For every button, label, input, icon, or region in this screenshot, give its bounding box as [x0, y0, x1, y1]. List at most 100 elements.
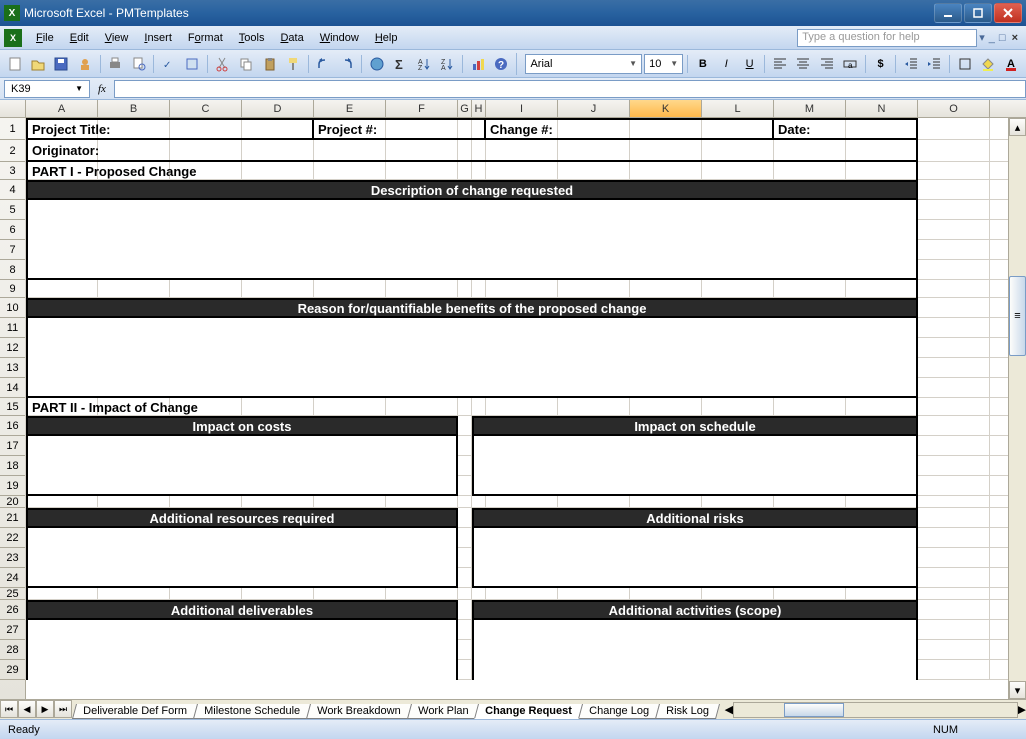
- row-header-25[interactable]: 25: [0, 588, 25, 600]
- font-color-button[interactable]: A: [1001, 53, 1022, 75]
- row-header-5[interactable]: 5: [0, 200, 25, 220]
- menu-format[interactable]: Format: [180, 30, 231, 46]
- align-right-button[interactable]: [816, 53, 837, 75]
- close-button[interactable]: [994, 3, 1022, 23]
- vscroll-thumb[interactable]: ≡: [1009, 276, 1026, 356]
- app-menu-icon[interactable]: X: [4, 29, 22, 47]
- help-search-input[interactable]: Type a question for help: [797, 29, 977, 47]
- row-header-1[interactable]: 1: [0, 118, 25, 140]
- save-button[interactable]: [51, 53, 72, 75]
- row-header-24[interactable]: 24: [0, 568, 25, 588]
- open-button[interactable]: [27, 53, 48, 75]
- merge-center-button[interactable]: a: [839, 53, 860, 75]
- format-painter-button[interactable]: [282, 53, 303, 75]
- increase-indent-button[interactable]: [924, 53, 945, 75]
- col-header-L[interactable]: L: [702, 100, 774, 117]
- new-button[interactable]: [4, 53, 25, 75]
- row-header-6[interactable]: 6: [0, 220, 25, 240]
- cut-button[interactable]: [212, 53, 233, 75]
- row-header-18[interactable]: 18: [0, 456, 25, 476]
- help-button[interactable]: ?: [490, 53, 511, 75]
- col-header-A[interactable]: A: [26, 100, 98, 117]
- row-header-4[interactable]: 4: [0, 180, 25, 200]
- menu-help[interactable]: Help: [367, 30, 406, 46]
- undo-button[interactable]: [313, 53, 334, 75]
- row-header-22[interactable]: 22: [0, 528, 25, 548]
- chart-button[interactable]: [467, 53, 488, 75]
- hscroll-left-button[interactable]: ◀: [725, 703, 733, 716]
- row-header-17[interactable]: 17: [0, 436, 25, 456]
- menu-tools[interactable]: Tools: [231, 30, 273, 46]
- col-header-M[interactable]: M: [774, 100, 846, 117]
- row-header-14[interactable]: 14: [0, 378, 25, 398]
- currency-button[interactable]: $: [870, 53, 891, 75]
- research-button[interactable]: [182, 53, 203, 75]
- horizontal-scrollbar[interactable]: ◀ ▶: [725, 700, 1026, 719]
- print-preview-button[interactable]: [128, 53, 149, 75]
- name-box[interactable]: K39▼: [4, 80, 90, 98]
- col-header-E[interactable]: E: [314, 100, 386, 117]
- cells-grid[interactable]: Project Title:Project #:Change #:Date:Or…: [26, 118, 1008, 699]
- borders-button[interactable]: [954, 53, 975, 75]
- row-header-7[interactable]: 7: [0, 240, 25, 260]
- row-header-9[interactable]: 9: [0, 280, 25, 298]
- row-header-8[interactable]: 8: [0, 260, 25, 280]
- col-header-G[interactable]: G: [458, 100, 472, 117]
- spelling-button[interactable]: ✓: [158, 53, 179, 75]
- tab-last-button[interactable]: ⏭: [54, 700, 72, 718]
- decrease-indent-button[interactable]: [900, 53, 921, 75]
- row-header-23[interactable]: 23: [0, 548, 25, 568]
- row-header-20[interactable]: 20: [0, 496, 25, 508]
- sheet-tab-work-breakdown[interactable]: Work Breakdown: [306, 704, 412, 719]
- tab-next-button[interactable]: ▶: [36, 700, 54, 718]
- select-all-corner[interactable]: [0, 100, 26, 117]
- doc-minimize-button[interactable]: ▾: [977, 31, 987, 44]
- sheet-tab-change-request[interactable]: Change Request: [474, 704, 583, 719]
- col-header-O[interactable]: O: [918, 100, 990, 117]
- row-header-19[interactable]: 19: [0, 476, 25, 496]
- vertical-scrollbar[interactable]: ▴ ≡ ▾: [1008, 118, 1026, 699]
- paste-button[interactable]: [259, 53, 280, 75]
- menu-view[interactable]: View: [97, 30, 137, 46]
- font-size-select[interactable]: 10▼: [644, 54, 683, 74]
- col-header-J[interactable]: J: [558, 100, 630, 117]
- align-center-button[interactable]: [793, 53, 814, 75]
- align-left-button[interactable]: [769, 53, 790, 75]
- permission-button[interactable]: [74, 53, 95, 75]
- doc-maximize-button[interactable]: □: [997, 32, 1008, 44]
- menu-edit[interactable]: Edit: [62, 30, 97, 46]
- row-header-26[interactable]: 26: [0, 600, 25, 620]
- hscroll-thumb[interactable]: [784, 703, 844, 717]
- row-header-12[interactable]: 12: [0, 338, 25, 358]
- sort-asc-button[interactable]: AZ: [413, 53, 434, 75]
- row-header-29[interactable]: 29: [0, 660, 25, 680]
- col-header-C[interactable]: C: [170, 100, 242, 117]
- tab-first-button[interactable]: ⏮: [0, 700, 18, 718]
- bold-button[interactable]: B: [692, 53, 713, 75]
- row-header-16[interactable]: 16: [0, 416, 25, 436]
- sort-desc-button[interactable]: ZA: [436, 53, 457, 75]
- scroll-up-button[interactable]: ▴: [1009, 118, 1026, 136]
- fx-icon[interactable]: fx: [98, 83, 106, 95]
- sheet-tab-work-plan[interactable]: Work Plan: [406, 704, 479, 719]
- scroll-down-button[interactable]: ▾: [1009, 681, 1026, 699]
- doc-restore-button[interactable]: _: [987, 32, 997, 44]
- col-header-N[interactable]: N: [846, 100, 918, 117]
- hscroll-right-button[interactable]: ▶: [1018, 703, 1026, 716]
- row-header-13[interactable]: 13: [0, 358, 25, 378]
- underline-button[interactable]: U: [739, 53, 760, 75]
- maximize-button[interactable]: [964, 3, 992, 23]
- sheet-tab-change-log[interactable]: Change Log: [578, 704, 660, 719]
- row-header-10[interactable]: 10: [0, 298, 25, 318]
- col-header-D[interactable]: D: [242, 100, 314, 117]
- row-header-3[interactable]: 3: [0, 162, 25, 180]
- sheet-tab-milestone-schedule[interactable]: Milestone Schedule: [193, 704, 311, 719]
- col-header-B[interactable]: B: [98, 100, 170, 117]
- row-header-21[interactable]: 21: [0, 508, 25, 528]
- sheet-tab-risk-log[interactable]: Risk Log: [655, 704, 720, 719]
- row-header-27[interactable]: 27: [0, 620, 25, 640]
- italic-button[interactable]: I: [716, 53, 737, 75]
- row-header-28[interactable]: 28: [0, 640, 25, 660]
- col-header-I[interactable]: I: [486, 100, 558, 117]
- hyperlink-button[interactable]: [366, 53, 387, 75]
